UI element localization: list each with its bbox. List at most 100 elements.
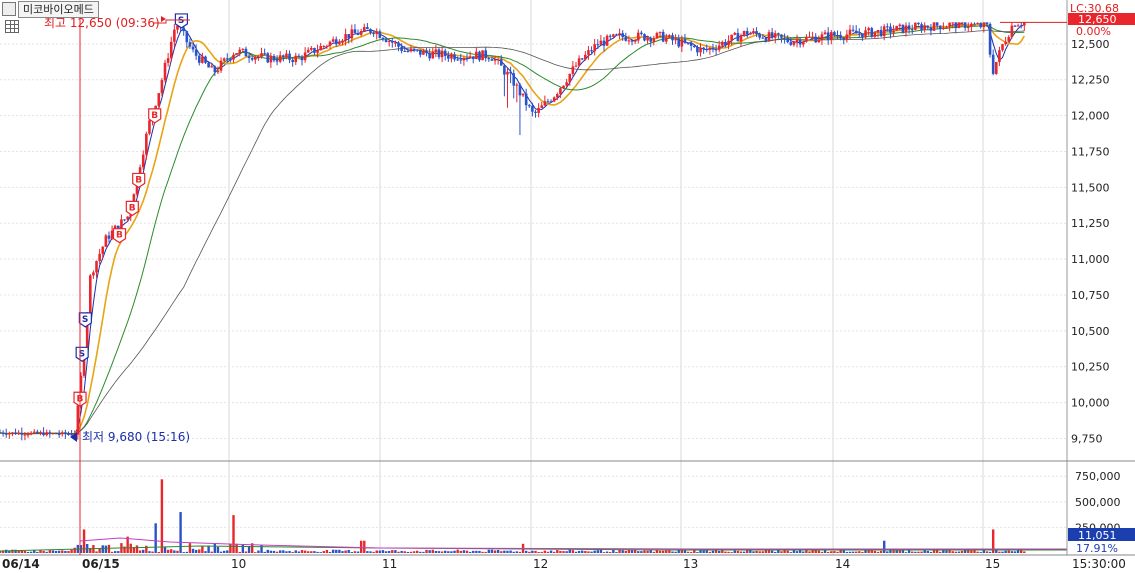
candle-body bbox=[294, 55, 298, 63]
volume-bar bbox=[845, 551, 849, 553]
volume-bar bbox=[1020, 550, 1023, 553]
volume-bar bbox=[671, 551, 674, 553]
candle-body bbox=[428, 53, 431, 59]
candle-body bbox=[36, 431, 39, 434]
candle-body bbox=[646, 37, 649, 41]
candle-body bbox=[867, 28, 870, 31]
candle-body bbox=[431, 51, 435, 59]
volume-bar bbox=[366, 551, 369, 553]
volume-bar bbox=[425, 549, 428, 553]
candle-body bbox=[736, 32, 740, 42]
candle-body bbox=[755, 31, 758, 34]
volume-bar bbox=[970, 550, 973, 553]
stock-name[interactable]: 미코바이오메드 bbox=[18, 0, 99, 18]
candle-body bbox=[29, 432, 33, 435]
volume-bar bbox=[518, 551, 522, 553]
candle-body bbox=[70, 434, 73, 436]
candle-body bbox=[194, 49, 198, 56]
candle-body bbox=[938, 25, 942, 30]
candle-body bbox=[341, 40, 344, 43]
volume-bar bbox=[752, 551, 755, 553]
candle-body bbox=[879, 30, 883, 37]
volume-bar bbox=[584, 551, 587, 553]
volume-bar bbox=[531, 550, 534, 553]
candle-body bbox=[76, 405, 80, 435]
candle-body bbox=[689, 43, 693, 46]
candle-body bbox=[652, 38, 656, 42]
candle-body bbox=[770, 32, 774, 38]
candle-body bbox=[792, 41, 796, 45]
volume-bar bbox=[325, 549, 329, 553]
candle-body bbox=[254, 57, 257, 60]
price-tick-label: 11,750 bbox=[1071, 145, 1110, 158]
candle-body bbox=[649, 37, 653, 42]
toggle-icon[interactable] bbox=[2, 2, 16, 16]
volume-bar bbox=[419, 551, 422, 553]
volume-bar bbox=[363, 540, 366, 553]
candle-body bbox=[948, 22, 951, 27]
marker-label: S bbox=[178, 16, 184, 26]
volume-bar bbox=[886, 551, 889, 553]
volume-bar bbox=[235, 543, 238, 553]
volume-bar bbox=[191, 548, 195, 553]
volume-bar bbox=[310, 551, 313, 553]
volume-bar bbox=[51, 550, 55, 553]
candle-body bbox=[11, 432, 14, 434]
volume-bar bbox=[45, 551, 48, 553]
volume-bar bbox=[359, 540, 363, 553]
candle-body bbox=[447, 55, 450, 59]
volume-bar bbox=[948, 550, 951, 553]
candle-body bbox=[390, 40, 394, 43]
volume-bar bbox=[817, 550, 821, 553]
candle-body bbox=[920, 24, 923, 30]
volume-bar bbox=[338, 549, 341, 553]
candle-body bbox=[1, 432, 5, 434]
candle-body bbox=[907, 25, 911, 30]
volume-bar bbox=[300, 550, 304, 553]
candle-body bbox=[250, 58, 254, 60]
candle-body bbox=[848, 29, 852, 35]
volume-bar bbox=[173, 550, 176, 553]
candle-body bbox=[191, 46, 195, 50]
volume-bar bbox=[391, 550, 394, 553]
volume-bar bbox=[861, 551, 864, 553]
candle-body bbox=[57, 433, 61, 435]
candle-body bbox=[960, 22, 964, 24]
volume-bar bbox=[907, 550, 911, 553]
volume-ma-line bbox=[79, 537, 1067, 550]
candle-body bbox=[593, 44, 596, 52]
volume-bar bbox=[783, 550, 786, 553]
candle-body bbox=[917, 22, 920, 25]
candle-body bbox=[655, 32, 659, 39]
candle-body bbox=[232, 54, 235, 60]
volume-bar bbox=[929, 551, 933, 553]
volume-bar bbox=[808, 551, 811, 553]
volume-bar bbox=[935, 550, 939, 553]
volume-bar bbox=[232, 515, 235, 553]
candle-body bbox=[584, 54, 587, 60]
candle-body bbox=[422, 50, 425, 55]
volume-bar bbox=[686, 551, 690, 553]
volume-bar bbox=[288, 550, 291, 553]
candle-body bbox=[64, 432, 67, 435]
time-axis-label: 11 bbox=[382, 557, 397, 571]
volume-bar bbox=[615, 552, 618, 553]
volume-bar bbox=[552, 551, 556, 553]
candle-body bbox=[615, 34, 618, 36]
volume-bar bbox=[537, 552, 540, 553]
volume-bar bbox=[917, 551, 920, 553]
candle-body bbox=[717, 45, 721, 50]
candle-body bbox=[412, 48, 416, 50]
time-axis-label: 12 bbox=[533, 557, 548, 571]
candle-body bbox=[403, 50, 407, 52]
candle-body bbox=[468, 56, 472, 58]
volume-bar bbox=[157, 551, 160, 553]
price-tick-label: 11,250 bbox=[1071, 217, 1110, 230]
candle-body bbox=[456, 59, 459, 61]
volume-bar bbox=[279, 550, 282, 553]
grid-icon[interactable] bbox=[5, 20, 19, 33]
candle-body bbox=[509, 71, 512, 74]
candle-body bbox=[496, 59, 500, 61]
candle-body bbox=[328, 41, 332, 46]
candle-body bbox=[910, 29, 914, 31]
